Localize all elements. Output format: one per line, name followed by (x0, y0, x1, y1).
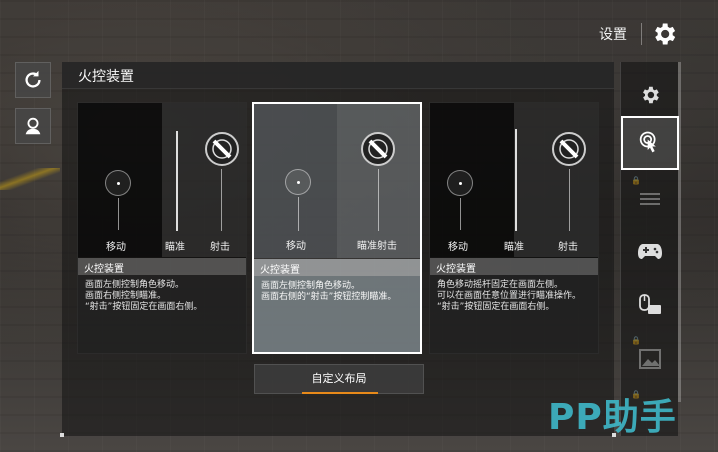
option-title: 火控装置 (254, 259, 420, 276)
panel-corner (60, 433, 64, 437)
option-description: 角色移动摇杆固定在画面左侧。 可以在画面任意位置进行瞄准操作。 “射击”按钮固定… (430, 275, 598, 353)
control-option-3[interactable]: 移动 瞄准 射击 火控装置 角色移动摇杆固定在画面左侧。 可以在画面任意位置进行… (429, 102, 599, 354)
option-preview: 移动 瞄准射击 (254, 104, 420, 258)
touch-icon (639, 131, 656, 153)
settings-header[interactable]: 设置 (599, 20, 678, 48)
fire-button-icon (205, 132, 239, 166)
control-label: 移动 (448, 242, 468, 253)
aim-slider (176, 131, 178, 231)
control-label: 瞄准 (504, 242, 524, 253)
settings-label: 设置 (599, 27, 627, 43)
option-preview: 移动 瞄准 射击 (78, 103, 246, 257)
control-label: 射击 (210, 242, 230, 253)
watermark-logo: PP助手 (548, 397, 677, 438)
sidebar-item-gamepad[interactable] (621, 226, 679, 276)
sidebar-item-graphics[interactable]: 🔒 (621, 334, 679, 384)
control-label: 移动 (106, 242, 126, 253)
option-preview: 移动 瞄准 射击 (430, 103, 598, 257)
move-joystick (285, 169, 311, 195)
control-option-2[interactable]: 移动 瞄准射击 火控装置 画面左侧控制角色移动。 画面右侧的“射击”按钮控制瞄准… (252, 102, 422, 354)
settings-sidebar: 🔒 🔒 🔒 (620, 62, 679, 436)
gamepad-icon (638, 244, 662, 259)
lock-icon: 🔒 (631, 176, 641, 185)
control-label: 瞄准 (165, 242, 185, 253)
settings-separator (641, 23, 642, 45)
option-title: 火控装置 (78, 258, 246, 275)
sidebar-item-keyboard[interactable] (621, 280, 679, 330)
aim-fire-button-icon (361, 132, 395, 166)
sidebar-item-sensitivity[interactable]: 🔒 (621, 174, 679, 224)
mouse-keyboard-icon (639, 294, 661, 314)
option-description: 画面左侧控制角色移动。 画面右侧控制瞄准。 “射击”按钮固定在画面右侧。 (78, 275, 246, 353)
control-option-1[interactable]: 移动 瞄准 射击 火控装置 画面左侧控制角色移动。 画面右侧控制瞄准。 “射击”… (77, 102, 247, 354)
move-joystick (105, 170, 131, 196)
gear-icon[interactable] (650, 20, 678, 48)
lock-icon: 🔒 (631, 336, 641, 345)
option-description: 画面左侧控制角色移动。 画面右侧的“射击”按钮控制瞄准。 (254, 276, 420, 352)
control-label: 射击 (558, 242, 578, 253)
panel-header: 火控装置 (62, 62, 614, 89)
move-joystick (447, 170, 473, 196)
custom-layout-underline (302, 392, 378, 394)
control-label: 移动 (286, 241, 306, 252)
reset-icon (25, 70, 41, 88)
aim-slider (515, 129, 517, 231)
sliders-icon (640, 193, 660, 205)
sidebar-item-controls[interactable] (621, 116, 679, 170)
gear-icon (643, 86, 659, 104)
sidebar-item-basic[interactable] (621, 70, 679, 120)
user-headset-icon (25, 117, 41, 135)
sidebar-scrollbar[interactable] (678, 62, 681, 402)
image-icon (639, 349, 661, 369)
option-title: 火控装置 (430, 258, 598, 275)
panel-title: 火控装置 (78, 69, 134, 85)
fire-button-icon (552, 132, 586, 166)
background-streak (0, 168, 60, 190)
customize-button[interactable] (15, 108, 51, 144)
custom-layout-button[interactable]: 自定义布局 (254, 364, 424, 394)
control-label: 瞄准射击 (357, 241, 397, 252)
custom-layout-label: 自定义布局 (311, 372, 367, 385)
reset-button[interactable] (15, 62, 51, 98)
